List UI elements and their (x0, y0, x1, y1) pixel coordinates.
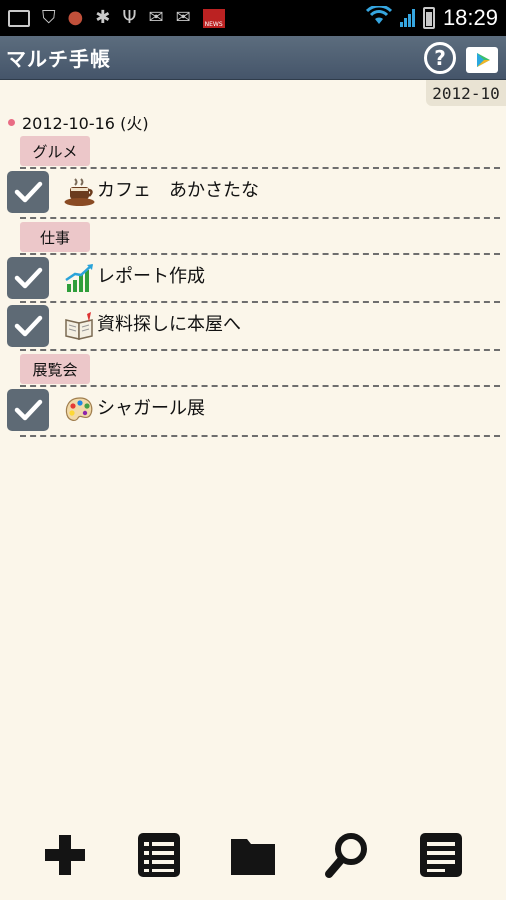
usb-icon: Ψ (122, 7, 137, 28)
divider (20, 349, 500, 351)
category-tag: グルメ (20, 136, 90, 166)
battery-icon (422, 7, 435, 29)
divider (20, 385, 500, 387)
checkmark-icon (14, 315, 43, 337)
date-bullet (8, 118, 15, 126)
app-header: マルチ手帳 ? (0, 36, 506, 80)
divider (20, 167, 500, 169)
shield-icon: ⛉ (42, 7, 56, 28)
category-tag: 展覧会 (20, 354, 90, 384)
task-row[interactable]: シャガール展 (7, 389, 500, 435)
date-header: 2012-10-16 (火) (8, 110, 149, 134)
search-button[interactable] (321, 829, 373, 881)
month-tab[interactable]: 2012-10 (426, 80, 506, 106)
add-icon (45, 835, 85, 875)
play-store-icon (477, 52, 490, 67)
header-actions: ? (424, 41, 498, 74)
coffee-cup-icon (64, 178, 95, 206)
globe-badge-icon: ● (67, 7, 84, 28)
help-icon: ? (434, 45, 446, 70)
checkmark-icon (14, 181, 43, 203)
system-icons: 18:29 (365, 4, 498, 31)
notification-icons: ⛉ ● ✱ Ψ ✉ ✉ NEWS (8, 7, 225, 28)
divider (20, 253, 500, 255)
task-row[interactable]: 資料探しに本屋へ (7, 305, 500, 351)
task-row[interactable]: レポート作成 (7, 257, 500, 303)
clock: 18:29 (442, 5, 498, 30)
folder-button[interactable] (227, 829, 279, 881)
palette-icon (65, 397, 93, 421)
status-bar: ⛉ ● ✱ Ψ ✉ ✉ NEWS 18:29 (0, 0, 506, 36)
android-bug-icon: ✱ (95, 7, 111, 28)
checkmark-icon (14, 267, 43, 289)
memo-icon (420, 833, 462, 877)
memo-button[interactable] (415, 829, 467, 881)
task-label: レポート作成 (97, 266, 205, 287)
task-checkbox[interactable] (7, 257, 49, 299)
checkmark-icon (14, 399, 43, 421)
add-button[interactable] (39, 829, 91, 881)
gmail-icon: ✉ (148, 7, 164, 28)
task-label: カフェ あかさたな (97, 180, 259, 201)
task-checkbox[interactable] (7, 171, 49, 213)
search-icon (325, 833, 367, 878)
gmail-icon: ✉ (175, 7, 191, 28)
task-label: シャガール展 (97, 398, 205, 419)
task-checkbox[interactable] (7, 305, 49, 347)
date-label: 2012-10-16 (火) (22, 114, 149, 133)
list-button[interactable] (133, 829, 185, 881)
play-store-button[interactable] (466, 46, 498, 73)
news-icon: NEWS (202, 8, 225, 28)
divider (20, 301, 500, 303)
wifi-icon (365, 4, 392, 31)
folder-icon (231, 839, 275, 875)
help-button[interactable]: ? (424, 41, 456, 74)
divider (20, 435, 500, 437)
signal-icon (399, 9, 415, 27)
calendar-alarm-icon (8, 9, 30, 27)
divider (20, 217, 500, 219)
app-title: マルチ手帳 (6, 47, 111, 71)
task-label: 資料探しに本屋へ (97, 314, 241, 335)
task-checkbox[interactable] (7, 389, 49, 431)
list-icon (138, 833, 180, 877)
bottom-toolbar (0, 810, 506, 900)
bar-chart-icon (65, 264, 93, 292)
category-tag: 仕事 (20, 222, 90, 252)
task-row[interactable]: カフェ あかさたな (7, 171, 500, 217)
open-book-icon (65, 312, 93, 340)
